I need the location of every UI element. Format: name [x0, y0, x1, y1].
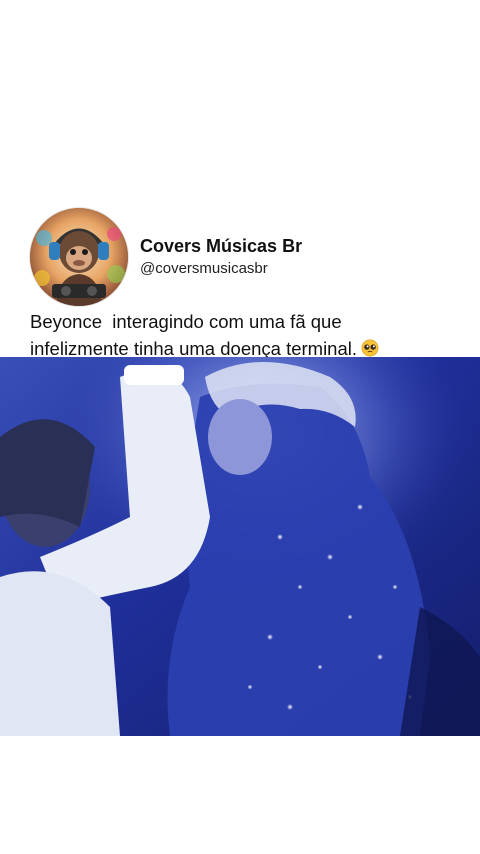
monkey-dj-headphones-icon — [30, 208, 128, 306]
post-text-line: Beyonce interagindo com uma fã que — [30, 311, 342, 332]
post-video[interactable] — [0, 357, 480, 736]
post-header: Covers Músicas Br @coversmusicasbr — [30, 208, 450, 306]
video-frame-image — [0, 357, 480, 736]
avatar[interactable] — [30, 208, 128, 306]
post-text-line: infelizmente tinha uma doença terminal. — [30, 338, 358, 359]
author-handle[interactable]: @coversmusicasbr — [140, 260, 268, 277]
pleading-face-icon — [361, 339, 379, 357]
post-text: Beyonce interagindo com uma fã que infel… — [30, 308, 460, 362]
author-display-name[interactable]: Covers Músicas Br — [140, 236, 302, 257]
post-screen: Covers Músicas Br @coversmusicasbr Beyon… — [0, 0, 480, 854]
